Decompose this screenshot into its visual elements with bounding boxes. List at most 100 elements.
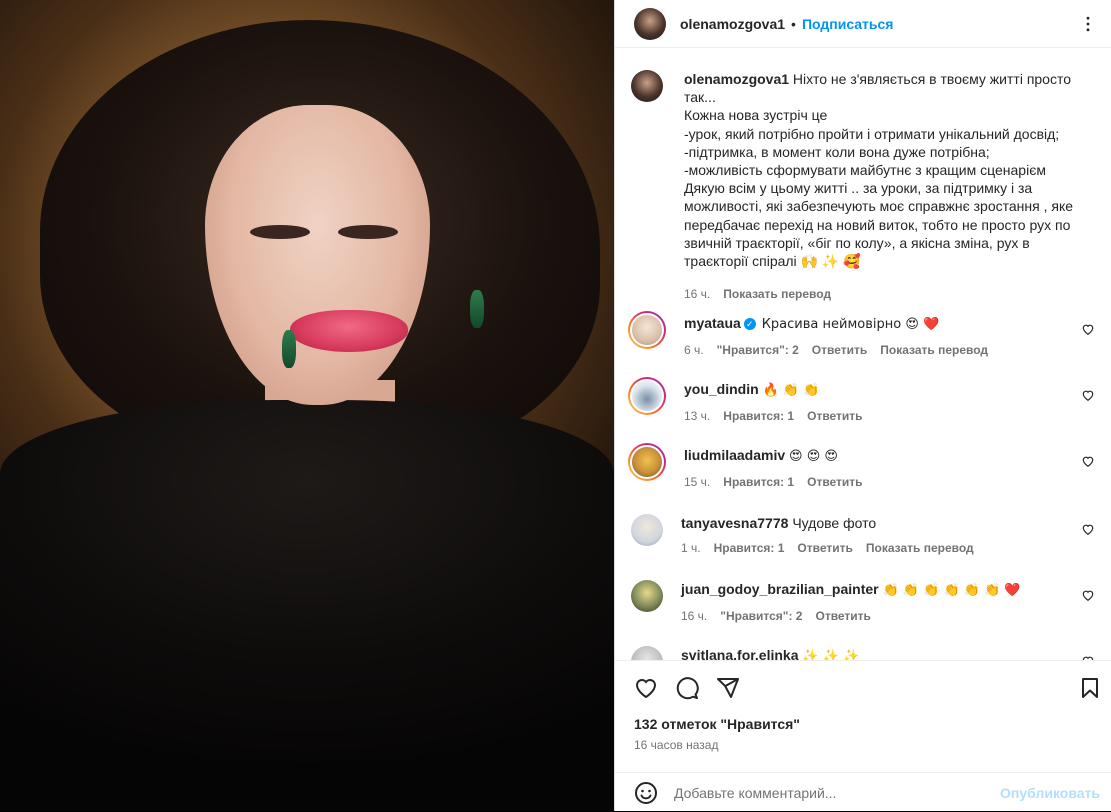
post-side-panel: olenamozgova1 • Подписаться olenamozgova…: [614, 0, 1111, 811]
comment-meta: 13 ч. Нравится: 1 Ответить: [684, 409, 1103, 423]
show-translation-button[interactable]: Показать перевод: [866, 541, 974, 555]
reply-button[interactable]: Ответить: [807, 409, 862, 423]
comment-text: 🔥 👏 👏: [762, 383, 820, 398]
author-username[interactable]: olenamozgova1: [680, 16, 785, 32]
reply-button[interactable]: Ответить: [812, 343, 867, 357]
comment-body: tanyavesna7778 Чудове фото 1 ч. Нравится…: [681, 514, 1103, 555]
commenter-username[interactable]: you_dindin: [684, 381, 759, 397]
comment-text-line: svitlana.for.elinka ✨ ✨ ✨: [681, 646, 1103, 660]
caption-line: так...: [684, 89, 716, 106]
commenter-username[interactable]: svitlana.for.elinka: [681, 647, 799, 660]
avatar-wrapper[interactable]: [631, 646, 663, 660]
comments-scroll-area[interactable]: olenamozgova1 Ніхто не з'являється в тво…: [615, 49, 1111, 660]
comment-body: you_dindin 🔥 👏 👏 13 ч. Нравится: 1 Ответ…: [684, 380, 1103, 423]
comment-text-line: juan_godoy_brazilian_painter 👏 👏 👏 👏 👏 👏…: [681, 580, 1103, 600]
commenter-username[interactable]: juan_godoy_brazilian_painter: [681, 581, 879, 597]
reply-button[interactable]: Ответить: [815, 609, 870, 623]
post-timestamp[interactable]: 16 часов назад: [634, 738, 718, 752]
comment-meta: 1 ч. Нравится: 1 Ответить Показать перев…: [681, 541, 1103, 555]
like-comment-heart-icon[interactable]: [1081, 388, 1095, 402]
caption-avatar[interactable]: [631, 70, 663, 102]
image-lips: [290, 310, 408, 352]
comment-time[interactable]: 1 ч.: [681, 541, 701, 555]
likes-count[interactable]: 132 отметок "Нравится": [634, 716, 800, 732]
caption-time[interactable]: 16 ч.: [684, 285, 710, 303]
comment-item: liudmilaadamiv 😍 😍 😍 15 ч. Нравится: 1 О…: [628, 443, 1103, 489]
comment-item: myataua ✓ Красива неймовірно 😍 ❤️ 6 ч. "Н…: [628, 311, 1103, 357]
comment-item: svitlana.for.elinka ✨ ✨ ✨: [631, 646, 1103, 660]
post-actions: 132 отметок "Нравится" 16 часов назад Оп…: [615, 660, 1111, 810]
comment-time[interactable]: 6 ч.: [684, 343, 704, 357]
show-translation-button[interactable]: Показать перевод: [723, 285, 831, 303]
show-translation-button[interactable]: Показать перевод: [880, 343, 988, 357]
story-ring[interactable]: [628, 443, 666, 481]
story-ring[interactable]: [628, 377, 666, 415]
post-caption: olenamozgova1 Ніхто не з'являється в тво…: [631, 70, 1101, 303]
post-comment-button[interactable]: Опубликовать: [1000, 785, 1100, 801]
image-dress: [0, 400, 614, 811]
comment-text: Красива неймовірно 😍 ❤️: [761, 317, 940, 332]
commenter-avatar: [631, 580, 663, 612]
comment-input[interactable]: [674, 784, 994, 801]
comment-text: 😍 😍 😍: [789, 449, 838, 464]
image-earring-left: [282, 330, 296, 368]
commenter-avatar: [630, 379, 664, 413]
like-comment-heart-icon[interactable]: [1081, 588, 1095, 602]
comment-text-line: you_dindin 🔥 👏 👏: [684, 380, 1103, 400]
comment-meta: 6 ч. "Нравится": 2 Ответить Показать пер…: [684, 343, 1103, 357]
comment-likes-count[interactable]: Нравится: 1: [723, 475, 794, 489]
reply-button[interactable]: Ответить: [797, 541, 852, 555]
caption-line: olenamozgova1 Ніхто не з'являється в тво…: [684, 70, 1073, 88]
bookmark-icon[interactable]: [1078, 676, 1102, 700]
commenter-avatar: [630, 313, 664, 347]
comment-likes-count[interactable]: Нравится: 1: [723, 409, 794, 423]
comment-item: juan_godoy_brazilian_painter 👏 👏 👏 👏 👏 👏…: [631, 580, 1103, 623]
like-comment-heart-icon[interactable]: [1081, 522, 1095, 536]
comment-icon[interactable]: [675, 676, 699, 700]
avatar-wrapper[interactable]: [631, 580, 663, 623]
image-eye-right: [338, 225, 398, 239]
add-comment-bar: Опубликовать: [615, 772, 1111, 812]
reply-button[interactable]: Ответить: [807, 475, 862, 489]
author-avatar[interactable]: [634, 7, 666, 40]
comment-time[interactable]: 16 ч.: [681, 609, 707, 623]
image-earring-right: [470, 290, 484, 328]
comment-item: you_dindin 🔥 👏 👏 13 ч. Нравится: 1 Ответ…: [628, 377, 1103, 423]
comment-likes-count[interactable]: Нравится: 1: [714, 541, 785, 555]
like-comment-heart-icon[interactable]: [1081, 322, 1095, 336]
comment-time[interactable]: 13 ч.: [684, 409, 710, 423]
emoji-icon[interactable]: [634, 781, 658, 805]
commenter-username[interactable]: liudmilaadamiv: [684, 447, 785, 463]
follow-button[interactable]: Подписаться: [802, 16, 894, 32]
comment-meta: 15 ч. Нравится: 1 Ответить: [684, 475, 1103, 489]
verified-badge-icon: ✓: [743, 318, 756, 331]
caption-line: -можливість сформувати майбутнє з кращим…: [684, 162, 1046, 179]
comment-time[interactable]: 15 ч.: [684, 475, 710, 489]
commenter-username[interactable]: tanyavesna7778: [681, 515, 788, 531]
post-header: olenamozgova1 • Подписаться: [615, 0, 1111, 48]
comment-text: Чудове фото: [792, 515, 877, 531]
heart-icon[interactable]: [634, 676, 658, 700]
story-ring[interactable]: [628, 311, 666, 349]
comment-likes-count[interactable]: "Нравится": 2: [720, 609, 802, 623]
caption-line: Кожна нова зустріч це: [684, 107, 828, 124]
caption-username[interactable]: olenamozgova1: [684, 71, 789, 87]
like-comment-heart-icon[interactable]: [1081, 454, 1095, 468]
caption-line: можливості, які забезпечують моє справжн…: [684, 198, 1074, 215]
commenter-username[interactable]: myataua: [684, 315, 741, 331]
caption-line: передбачає перехід на новий виток, тобто…: [684, 216, 1071, 233]
post-image[interactable]: [0, 0, 614, 811]
caption-line: -підтримка, в момент коли вона дуже потр…: [684, 143, 990, 160]
comment-meta: 16 ч. "Нравится": 2 Ответить: [681, 609, 1103, 623]
comment-likes-count[interactable]: "Нравится": 2: [717, 343, 799, 357]
send-icon[interactable]: [716, 676, 740, 700]
comment-text: ✨ ✨ ✨: [802, 649, 860, 660]
comment-body: liudmilaadamiv 😍 😍 😍 15 ч. Нравится: 1 О…: [684, 446, 1103, 489]
avatar-wrapper[interactable]: [631, 514, 663, 555]
more-icon[interactable]: [1078, 14, 1098, 34]
comment-text-line: myataua ✓ Красива неймовірно 😍 ❤️: [684, 314, 1103, 334]
caption-line: -урок, який потрібно пройти і отримати у…: [684, 125, 1060, 142]
action-icons-group: [634, 676, 740, 700]
comment-text: 👏 👏 👏 👏 👏 👏 ❤️: [882, 583, 1021, 598]
comment-body: myataua ✓ Красива неймовірно 😍 ❤️ 6 ч. "Н…: [684, 314, 1103, 357]
